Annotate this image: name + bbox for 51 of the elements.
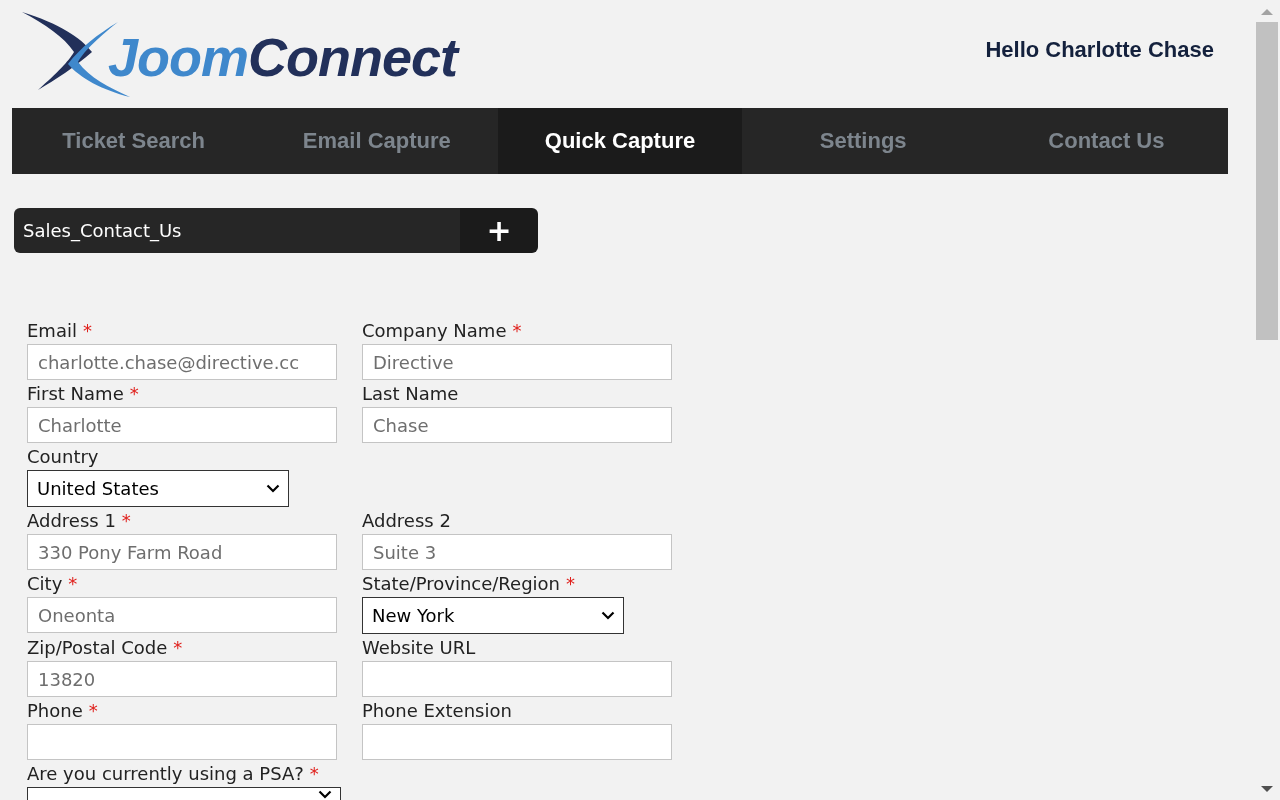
input-field[interactable] — [27, 724, 337, 760]
required-asterisk: * — [68, 572, 78, 596]
form-selector[interactable]: Sales_Contact_Us — [14, 208, 460, 253]
field-label: Are you currently using a PSA? — [27, 762, 304, 786]
nav-tab[interactable]: Contact Us — [984, 108, 1228, 174]
scrollbar-thumb[interactable] — [1256, 22, 1278, 340]
greeting-text: Hello Charlotte Chase — [985, 37, 1214, 63]
dropdown[interactable]: United States — [27, 470, 289, 507]
required-asterisk: * — [82, 319, 92, 343]
input-field[interactable]: Charlotte — [27, 407, 337, 443]
required-asterisk: * — [121, 509, 131, 533]
field-label: City — [27, 572, 63, 596]
nav-tab[interactable]: Quick Capture — [498, 108, 742, 174]
field-label: Website URL — [362, 636, 476, 660]
required-asterisk: * — [129, 382, 139, 406]
scroll-up-icon[interactable] — [1261, 9, 1273, 15]
field-label: Address 2 — [362, 509, 451, 533]
required-asterisk: * — [173, 636, 183, 660]
chevron-icon — [601, 611, 615, 620]
input-field[interactable]: Directive — [362, 344, 672, 380]
input-field[interactable]: Suite 3 — [362, 534, 672, 570]
nav-tab[interactable]: Email Capture — [255, 108, 499, 174]
scroll-down-icon[interactable] — [1261, 786, 1273, 792]
field-label: First Name — [27, 382, 124, 406]
input-field[interactable] — [362, 661, 672, 697]
field-label: Phone — [27, 699, 83, 723]
field-label: Zip/Postal Code — [27, 636, 168, 660]
required-asterisk: * — [512, 319, 522, 343]
dropdown[interactable]: New York — [362, 597, 624, 634]
field-label: Email — [27, 319, 77, 343]
field-label: State/Province/Region — [362, 572, 560, 596]
field-label: Company Name — [362, 319, 507, 343]
input-field[interactable]: 330 Pony Farm Road — [27, 534, 337, 570]
required-asterisk: * — [88, 699, 98, 723]
field-label: Last Name — [362, 382, 459, 406]
nav-tab[interactable]: Settings — [741, 108, 985, 174]
input-field[interactable]: 13820 — [27, 661, 337, 697]
field-label: Phone Extension — [362, 699, 512, 723]
input-field[interactable]: charlotte.chase@directive.cc — [27, 344, 337, 380]
input-field[interactable] — [362, 724, 672, 760]
input-field[interactable]: Chase — [362, 407, 672, 443]
input-field[interactable]: Oneonta — [27, 597, 337, 633]
required-asterisk: * — [566, 572, 575, 596]
field-label: Address 1 — [27, 509, 116, 533]
logo-wordmark: JoomConnect — [108, 26, 458, 88]
chevron-icon — [266, 484, 280, 493]
required-asterisk: * — [309, 762, 319, 786]
nav-tab[interactable]: Ticket Search — [12, 108, 256, 174]
chevron-icon — [318, 790, 332, 799]
add-button[interactable]: + — [460, 208, 538, 253]
field-label: Country — [27, 445, 99, 469]
